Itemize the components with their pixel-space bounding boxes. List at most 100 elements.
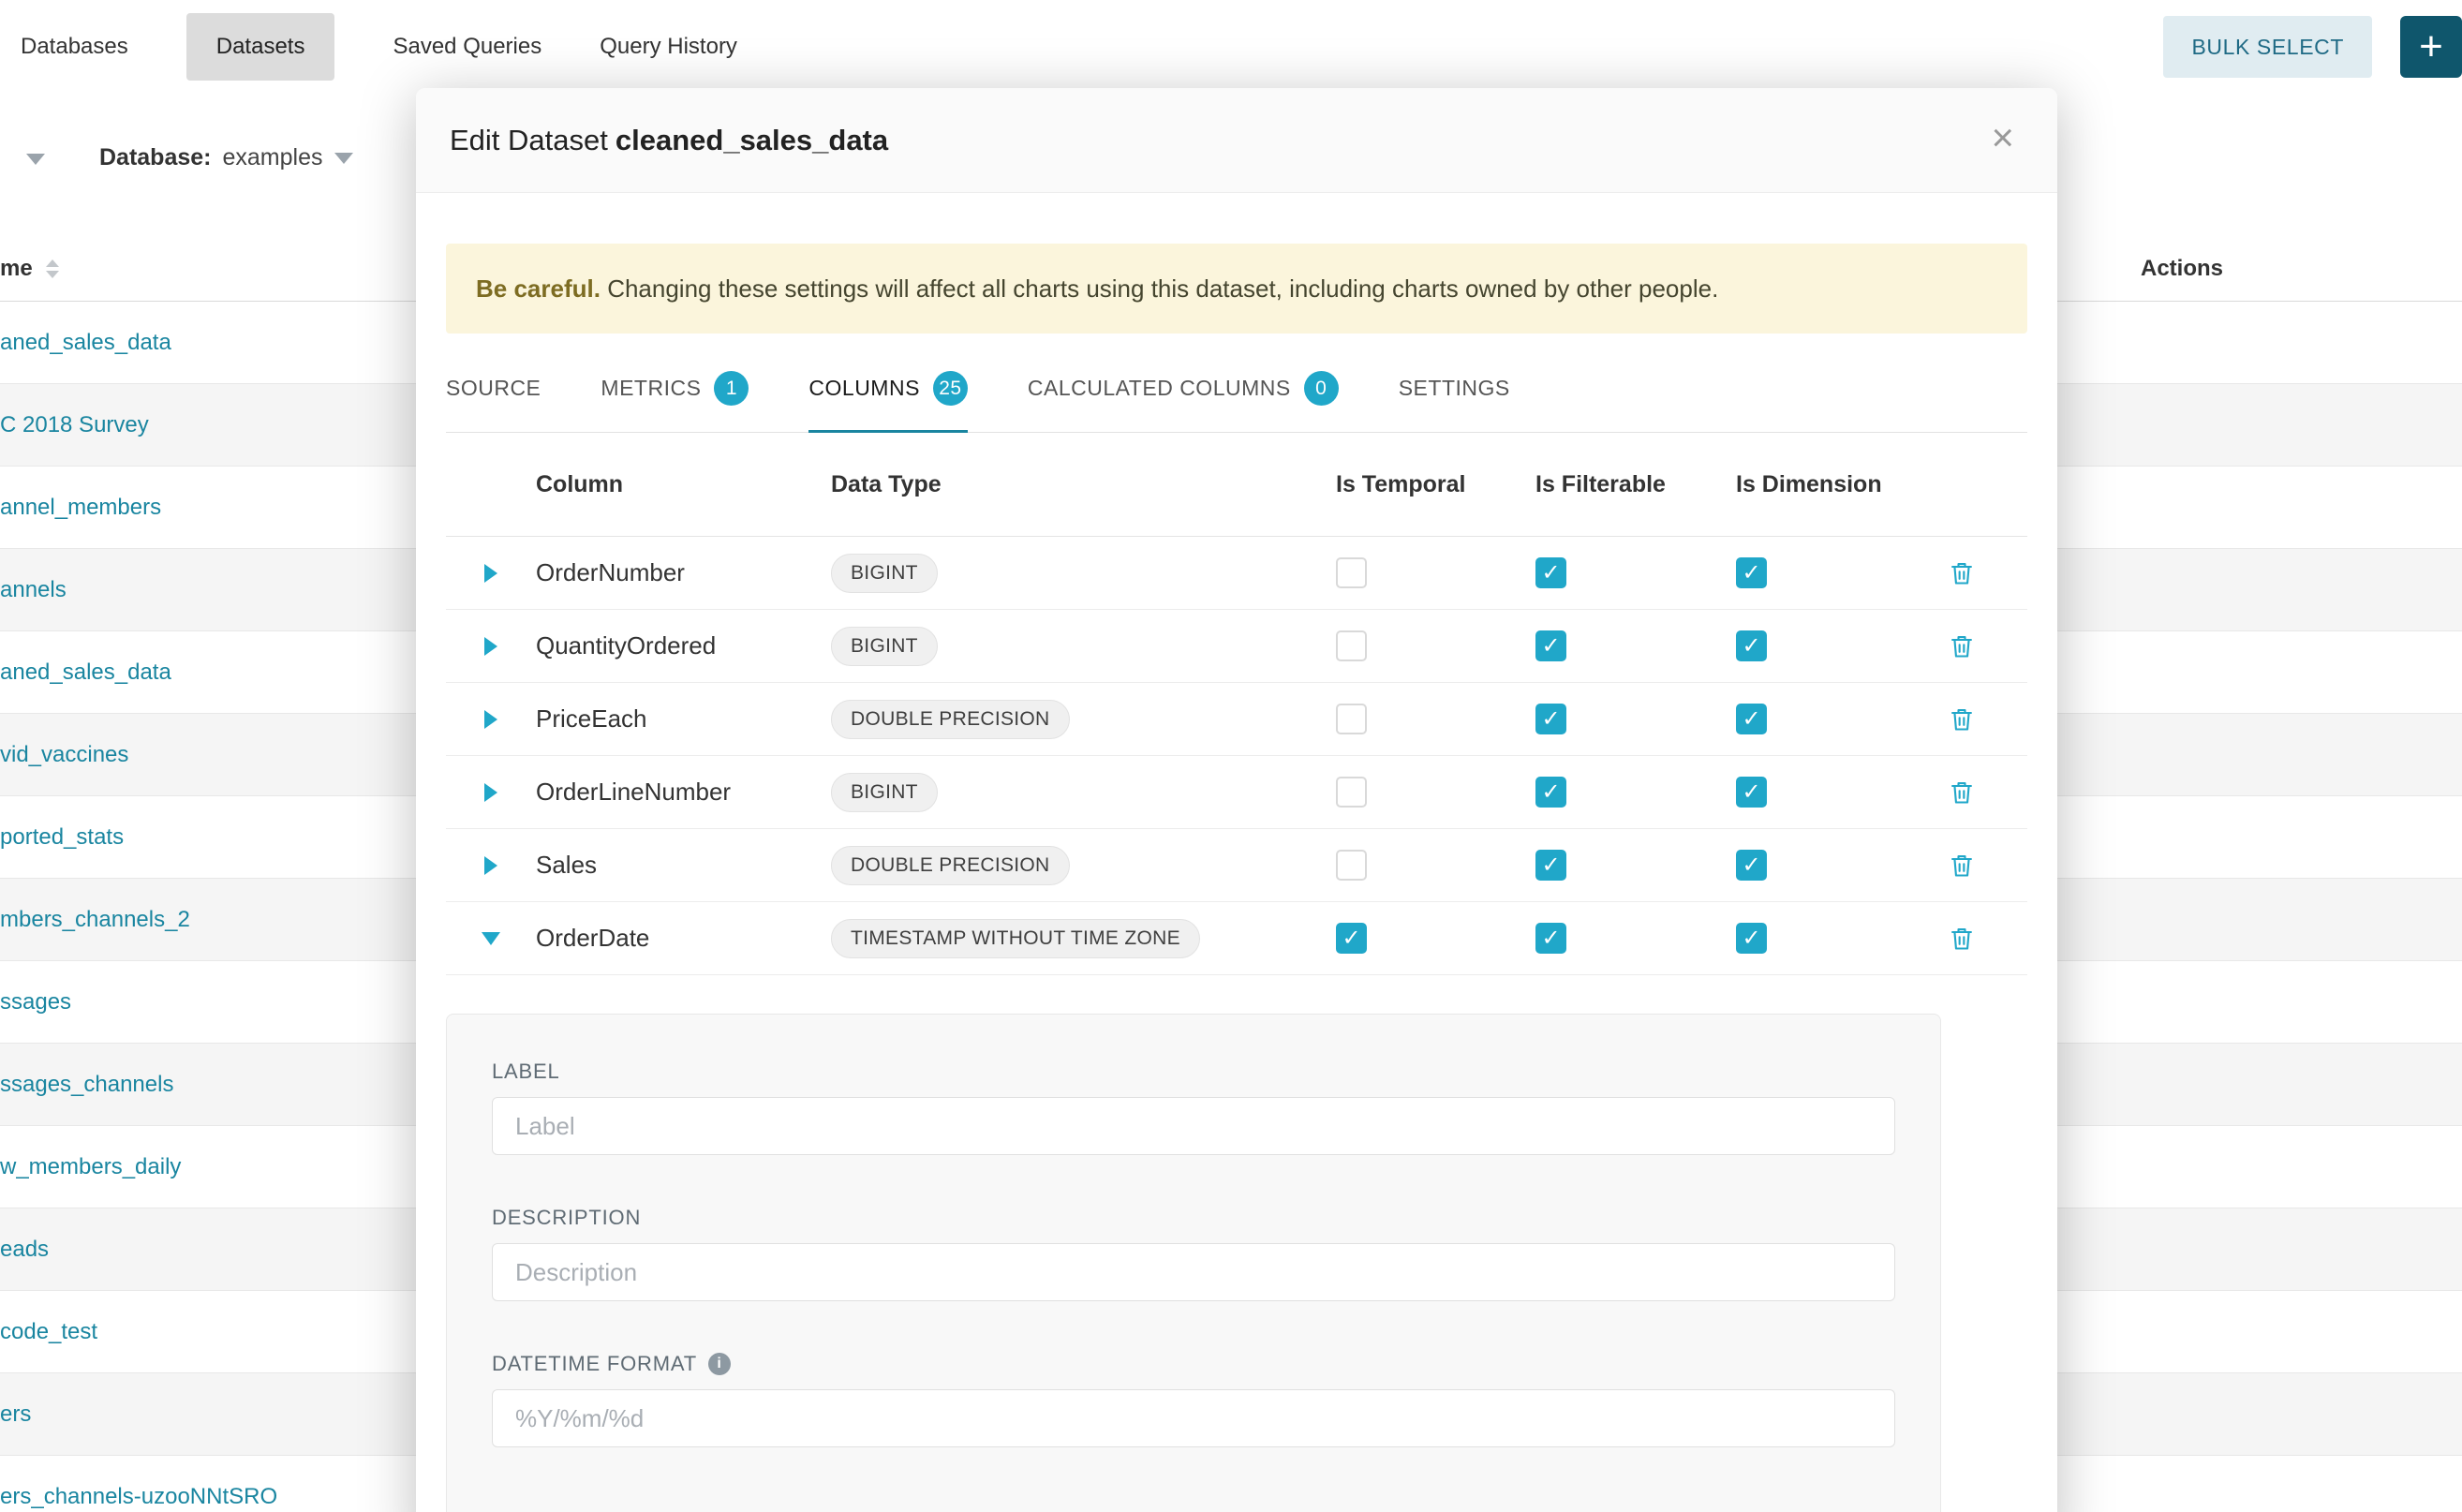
dataset-link[interactable]: C 2018 Survey — [0, 412, 149, 438]
tab-source[interactable]: SOURCE — [446, 339, 541, 433]
is-filterable-cell: ✓ — [1535, 850, 1736, 881]
column-name: OrderNumber — [536, 558, 831, 587]
dataset-link[interactable]: ers — [0, 1401, 31, 1428]
expand-caret-icon[interactable] — [446, 637, 536, 656]
field-label: DATETIME FORMATi — [492, 1352, 1895, 1376]
is-temporal-header: Is Temporal — [1336, 471, 1535, 498]
column-name: OrderLineNumber — [536, 778, 831, 807]
is-dimension-checkbox[interactable]: ✓ — [1736, 850, 1767, 881]
column-row: SalesDOUBLE PRECISION✓✓ — [446, 829, 2027, 902]
delete-column-trash-icon[interactable] — [1949, 705, 1975, 734]
dataset-link[interactable]: annels — [0, 577, 67, 603]
label-input[interactable] — [492, 1097, 1895, 1155]
tab-settings[interactable]: SETTINGS — [1399, 339, 1510, 433]
is-temporal-cell — [1336, 557, 1535, 588]
dataset-link[interactable]: code_test — [0, 1319, 97, 1345]
tab-count-badge: 25 — [933, 371, 968, 406]
chevron-down-icon[interactable] — [26, 154, 45, 165]
delete-column-trash-icon[interactable] — [1949, 559, 1975, 587]
delete-column-trash-icon[interactable] — [1949, 852, 1975, 880]
expand-caret-icon[interactable] — [446, 710, 536, 729]
dataset-link[interactable]: annel_members — [0, 495, 161, 521]
columns-table: Column Data Type Is Temporal Is Filterab… — [446, 433, 2027, 975]
database-filter-value: examples — [223, 144, 323, 171]
is-filterable-cell: ✓ — [1535, 630, 1736, 661]
dataset-link[interactable]: ported_stats — [0, 824, 124, 851]
sort-icon[interactable] — [46, 259, 59, 278]
column-name: OrderDate — [536, 924, 831, 953]
is-temporal-checkbox[interactable] — [1336, 850, 1367, 881]
is-filterable-header: Is Filterable — [1535, 471, 1736, 498]
expand-caret-icon[interactable] — [446, 564, 536, 583]
is-filterable-checkbox[interactable]: ✓ — [1535, 777, 1566, 808]
warning-message: Be careful. Changing these settings will… — [476, 274, 1718, 304]
is-dimension-checkbox[interactable]: ✓ — [1736, 704, 1767, 734]
is-temporal-checkbox[interactable]: ✓ — [1336, 923, 1367, 954]
delete-column-trash-icon[interactable] — [1949, 778, 1975, 807]
nav-tab-databases[interactable]: Databases — [21, 13, 128, 81]
is-temporal-checkbox[interactable] — [1336, 704, 1367, 734]
is-temporal-checkbox[interactable] — [1336, 557, 1367, 588]
is-dimension-cell: ✓ — [1736, 923, 1949, 954]
is-temporal-checkbox[interactable] — [1336, 630, 1367, 661]
name-column-header[interactable]: me — [0, 256, 59, 282]
is-temporal-cell — [1336, 630, 1535, 661]
is-dimension-checkbox[interactable]: ✓ — [1736, 557, 1767, 588]
data-type-cell: BIGINT — [831, 627, 1336, 666]
expand-caret-icon[interactable] — [446, 856, 536, 875]
delete-column-trash-icon[interactable] — [1949, 925, 1975, 953]
close-icon[interactable]: × — [1991, 118, 2014, 157]
dataset-link[interactable]: aned_sales_data — [0, 330, 171, 356]
is-filterable-checkbox[interactable]: ✓ — [1535, 630, 1566, 661]
is-filterable-checkbox[interactable]: ✓ — [1535, 557, 1566, 588]
dataset-link[interactable]: ssages — [0, 989, 71, 1015]
column-row: PriceEachDOUBLE PRECISION✓✓ — [446, 683, 2027, 756]
row-actions-cell — [1949, 925, 2027, 953]
field-description: DESCRIPTION — [492, 1206, 1895, 1301]
is-filterable-checkbox[interactable]: ✓ — [1535, 850, 1566, 881]
is-dimension-cell: ✓ — [1736, 557, 1949, 588]
dataset-link[interactable]: eads — [0, 1237, 49, 1263]
add-dataset-button[interactable]: + — [2400, 16, 2462, 78]
is-dimension-checkbox[interactable]: ✓ — [1736, 777, 1767, 808]
nav-tab-query-history[interactable]: Query History — [600, 13, 737, 81]
info-icon[interactable]: i — [708, 1353, 731, 1375]
column-name: QuantityOrdered — [536, 631, 831, 660]
tab-count-badge: 1 — [714, 371, 749, 406]
column-header: Column — [536, 471, 831, 498]
bulk-select-button[interactable]: BULK SELECT — [2163, 16, 2372, 78]
is-filterable-checkbox[interactable]: ✓ — [1535, 704, 1566, 734]
is-temporal-checkbox[interactable] — [1336, 777, 1367, 808]
tab-metrics[interactable]: METRICS1 — [601, 339, 749, 433]
dataset-link[interactable]: ers_channels-uzooNNtSRO — [0, 1484, 277, 1510]
nav-tab-saved-queries[interactable]: Saved Queries — [393, 13, 541, 81]
nav-tabs: Databases Datasets Saved Queries Query Hist… — [21, 13, 795, 81]
data-type-cell: BIGINT — [831, 554, 1336, 593]
dataset-link[interactable]: w_members_daily — [0, 1154, 181, 1180]
description-input[interactable] — [492, 1243, 1895, 1301]
delete-column-trash-icon[interactable] — [1949, 632, 1975, 660]
modal-title-dataset-name: cleaned_sales_data — [616, 124, 888, 156]
dataset-link[interactable]: vid_vaccines — [0, 742, 128, 768]
column-detail-panel: LABELDESCRIPTIONDATETIME FORMATi — [446, 1014, 1941, 1512]
row-actions-cell — [1949, 852, 2027, 880]
is-dimension-checkbox[interactable]: ✓ — [1736, 630, 1767, 661]
dataset-link[interactable]: ssages_channels — [0, 1072, 173, 1098]
column-row: OrderLineNumberBIGINT✓✓ — [446, 756, 2027, 829]
tab-columns[interactable]: COLUMNS25 — [808, 339, 968, 433]
is-filterable-cell: ✓ — [1535, 923, 1736, 954]
field-datetime-format: DATETIME FORMATi — [492, 1352, 1895, 1447]
is-filterable-checkbox[interactable]: ✓ — [1535, 923, 1566, 954]
is-dimension-checkbox[interactable]: ✓ — [1736, 923, 1767, 954]
modal-title-prefix: Edit Dataset — [450, 124, 608, 156]
database-filter-dropdown[interactable]: Database: examples — [99, 144, 353, 171]
tab-calculated-columns[interactable]: CALCULATED COLUMNS0 — [1028, 339, 1339, 433]
is-temporal-cell — [1336, 777, 1535, 808]
nav-tab-datasets[interactable]: Datasets — [186, 13, 335, 81]
modal-header: Edit Datasetcleaned_sales_data × — [416, 88, 2057, 193]
expand-caret-icon[interactable] — [446, 783, 536, 802]
datetime-format-input[interactable] — [492, 1389, 1895, 1447]
dataset-link[interactable]: aned_sales_data — [0, 660, 171, 686]
dataset-link[interactable]: mbers_channels_2 — [0, 907, 190, 933]
collapse-caret-icon[interactable] — [446, 932, 536, 945]
